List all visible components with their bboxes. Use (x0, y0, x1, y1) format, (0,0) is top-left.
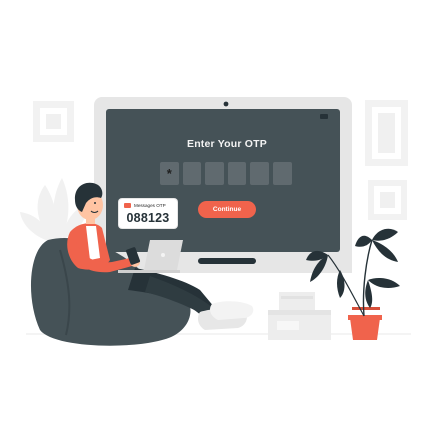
wall-frame-left (33, 101, 74, 142)
otp-digit-box[interactable] (272, 162, 292, 185)
message-icon (124, 203, 131, 208)
otp-code: 088123 (126, 211, 170, 225)
continue-button[interactable]: Continue (198, 201, 256, 218)
otp-digit-box[interactable] (205, 162, 224, 185)
otp-digit-box[interactable] (227, 162, 247, 185)
otp-input-group: * (160, 162, 292, 185)
message-header: Messages OTP (124, 203, 166, 208)
message-label: Messages OTP (134, 203, 166, 208)
otp-digit-box[interactable] (182, 162, 202, 185)
otp-digit-box[interactable] (250, 162, 269, 185)
wall-frame-right-tall (365, 100, 408, 166)
otp-title: Enter Your OTP (186, 138, 267, 150)
otp-digit-box[interactable]: * (160, 162, 179, 185)
message-notification: Messages OTP 088123 (119, 199, 177, 228)
storage-box-bottom (268, 310, 331, 340)
monitor (94, 97, 352, 273)
wall-frame-right-small (368, 180, 407, 220)
storage-box-top (279, 292, 315, 310)
